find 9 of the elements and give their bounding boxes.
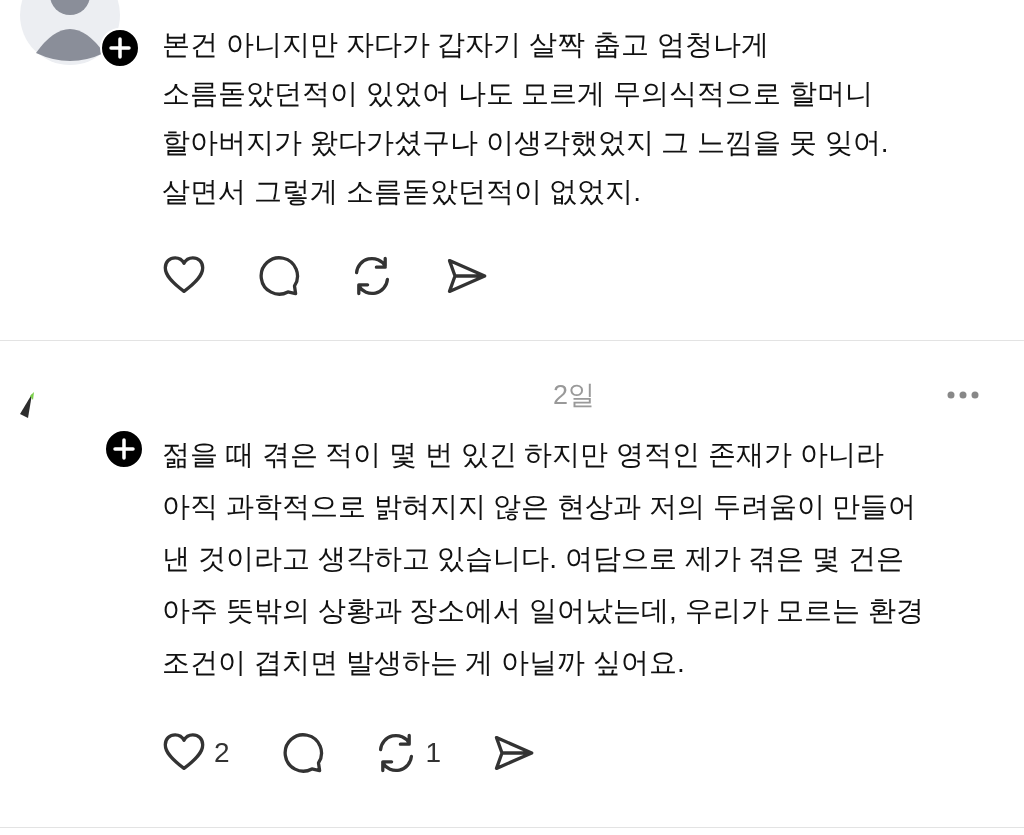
comment-icon[interactable]: [256, 254, 300, 298]
post-text: 본건 아니지만 자다가 갑자기 살짝 춥고 엄청나게 소름돋았던적이 있었어 나도 모르게 무의식적으로 할머니 할아버지가 왔다가셨구나 이생각했었지 그 느낌을 못 잊어. 살면서 그렇게 소름돋았던적이 없었지.: [162, 28, 890, 209]
post-text: 젊을 때 겪은 적이 몇 번 있긴 하지만 영적인 존재가 아니라 아직 과학적으로 밝혀지지 않은 현상과 저의 두려움이 만들어 낸 것이라고 생각하고 있습니다. 여담으로 제가 겪은 몇 건은 아주 뜻밖의 상황과 장소에서 일어났는데, 우리가 모르는 환경 조건이 겹치면 발생하는 게 아닐까 싶어요.: [162, 438, 926, 680]
plus-icon[interactable]: [104, 429, 144, 469]
plus-icon[interactable]: [100, 28, 140, 68]
more-icon[interactable]: [946, 390, 980, 400]
post-time: 2일: [553, 379, 596, 412]
action-count: 2: [214, 737, 230, 769]
action-count: 1: [425, 737, 442, 769]
